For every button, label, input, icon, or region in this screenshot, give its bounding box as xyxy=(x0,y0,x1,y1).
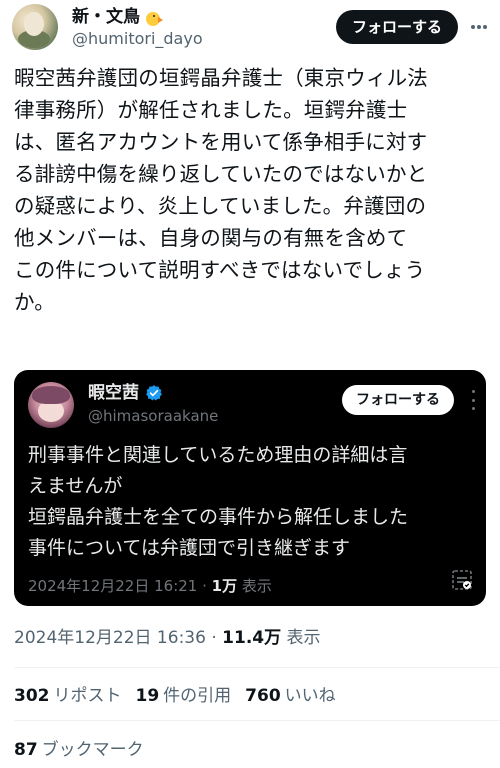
divider xyxy=(14,667,500,668)
quotes-stat[interactable]: 19 件の引用 xyxy=(136,684,232,708)
views-label: 表示 xyxy=(286,628,321,648)
likes-count: 760 xyxy=(245,686,281,706)
quoted-author-display-name-text[interactable]: 暇空茜 xyxy=(88,382,139,404)
reposts-label: リポスト xyxy=(53,686,122,706)
verified-badge-icon xyxy=(146,385,162,401)
author-display-name[interactable]: 新・文鳥 xyxy=(72,6,203,28)
author-avatar[interactable] xyxy=(12,4,58,50)
author-display-name-text[interactable]: 新・文鳥 xyxy=(72,6,140,28)
author-name-block: 新・文鳥 @humitori_dayo xyxy=(72,6,203,50)
reposts-count: 302 xyxy=(14,686,50,706)
quoted-more-options-icon[interactable] xyxy=(470,390,476,410)
quoted-tweet-text: 刑事事件と関連しているため理由の詳細は言 えませんが 垣鍔晶弁護士を全ての事件か… xyxy=(28,444,409,559)
tweet-timestamp[interactable]: 2024年12月22日 16:36 xyxy=(14,628,206,648)
quoted-tweet[interactable]: 暇空茜 @himasoraakane フォローする 刑事事件と関連しているため理… xyxy=(14,370,486,606)
tweet-header: 新・文鳥 @humitori_dayo フォローする xyxy=(12,4,488,54)
author-handle[interactable]: @humitori_dayo xyxy=(72,28,203,50)
quotes-label: 件の引用 xyxy=(163,686,232,706)
likes-label: いいね xyxy=(284,686,336,706)
tweet-meta: 2024年12月22日 16:36 · 11.4万 表示 xyxy=(14,626,321,650)
bookmarks-count: 87 xyxy=(14,740,38,760)
quoted-timestamp[interactable]: 2024年12月22日 16:21 xyxy=(28,577,197,595)
reposts-stat[interactable]: 302 リポスト xyxy=(14,684,122,708)
quoted-author-avatar[interactable] xyxy=(28,382,74,428)
meta-separator: · xyxy=(211,628,223,648)
analytics-icon[interactable] xyxy=(450,568,474,592)
quoted-author-display-name[interactable]: 暇空茜 xyxy=(88,382,163,404)
quoted-author-handle[interactable]: @himasoraakane xyxy=(88,406,218,426)
tweet-text: 暇空茜弁護団の垣鍔晶弁護士（東京ウィル法 律事務所）が解任されました。垣鍔弁護士… xyxy=(14,66,428,314)
quoted-views-label: 表示 xyxy=(241,577,272,595)
follow-button[interactable]: フォローする xyxy=(335,10,458,44)
meta-separator: · xyxy=(202,577,212,595)
baby-chick-icon xyxy=(144,8,163,26)
quoted-views-count: 1万 xyxy=(211,577,238,595)
views-count: 11.4万 xyxy=(222,628,282,648)
engagement-stats: 302 リポスト 19 件の引用 760 いいね xyxy=(14,684,336,708)
quotes-count: 19 xyxy=(135,686,160,706)
divider xyxy=(14,720,500,721)
bookmarks-label: ブックマーク xyxy=(41,740,144,760)
more-options-icon[interactable] xyxy=(470,16,488,38)
bookmarks-stat[interactable]: 87 ブックマーク xyxy=(14,738,144,762)
quoted-tweet-meta: 2024年12月22日 16:21 · 1万 表示 xyxy=(28,576,272,596)
quoted-follow-button[interactable]: フォローする xyxy=(342,385,454,415)
likes-stat[interactable]: 760 いいね xyxy=(245,684,336,708)
